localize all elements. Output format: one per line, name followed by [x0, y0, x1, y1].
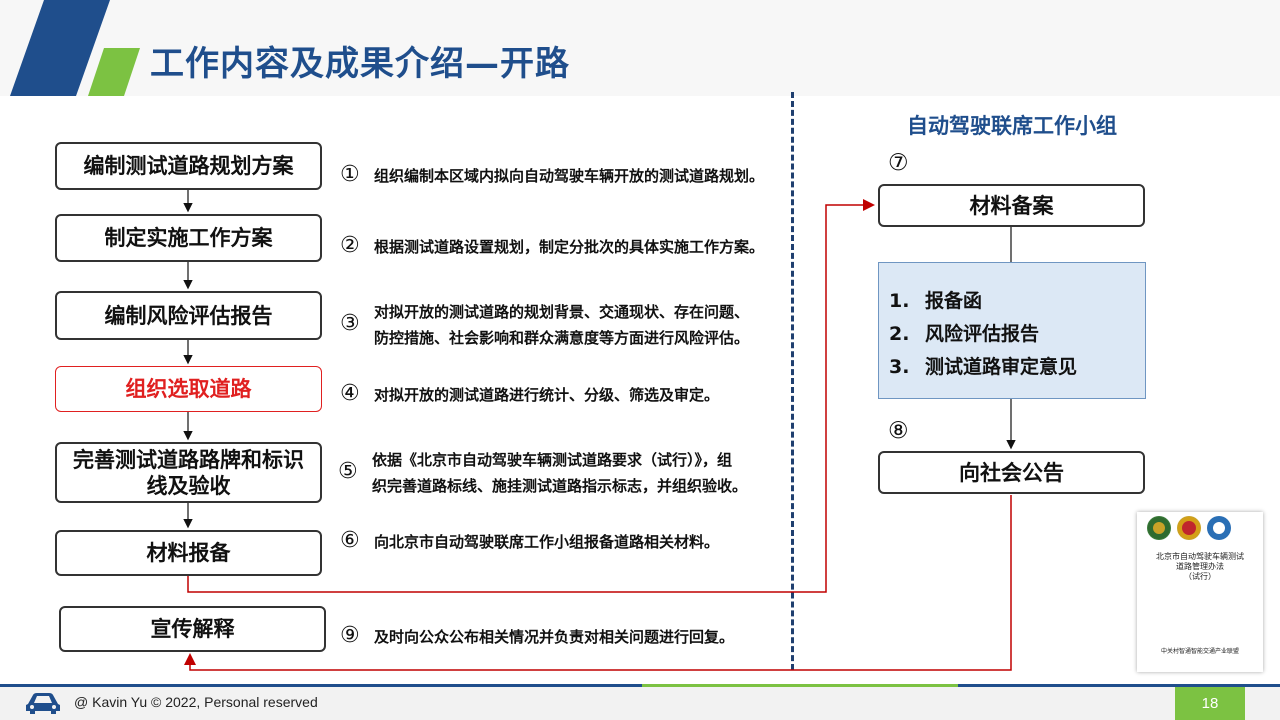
- step-number: ②: [340, 233, 360, 258]
- flow-box-material-report: 材料报备: [55, 530, 322, 576]
- step-text: 对拟开放的测试道路进行统计、分级、筛选及审定。: [374, 386, 720, 404]
- step-text: 向北京市自动驾驶联席工作小组报备道路相关材料。: [374, 533, 720, 551]
- step-text: 及时向公众公布相关情况并负责对相关问题进行回复。: [374, 628, 735, 646]
- step-1: ① 组织编制本区域内拟向自动驾驶车辆开放的测试道路规划。: [340, 162, 765, 189]
- flow-box-announce: 向社会公告: [878, 451, 1145, 494]
- step-7-label: ⑦: [888, 150, 909, 176]
- step-5: ⑤ 依据《北京市自动驾驶车辆测试道路要求（试行）》，组 织完善道路标线、施挂测试…: [338, 447, 747, 499]
- transport-logo-icon: [1207, 516, 1231, 540]
- flow-box-road-planning: 编制测试道路规划方案: [55, 142, 322, 190]
- filing-materials-list: 1. 报备函 2. 风险评估报告 3. 测试道路审定意见: [878, 262, 1146, 399]
- step-3: ③ 对拟开放的测试道路的规划背景、交通现状、存在问题、 防控措施、社会影响和群众…: [340, 299, 749, 351]
- doc-title: 北京市自动驾驶车辆测试 道路管理办法 （试行）: [1156, 552, 1244, 581]
- page-number: 18: [1175, 687, 1245, 720]
- group-title: 自动驾驶联席工作小组: [907, 114, 1117, 138]
- car-icon: [26, 693, 60, 714]
- flow-box-select-roads: 组织选取道路: [55, 366, 322, 412]
- step-text: 根据测试道路设置规划，制定分批次的具体实施工作方案。: [374, 238, 765, 256]
- step-number: ④: [340, 381, 360, 406]
- step-4: ④ 对拟开放的测试道路进行统计、分级、筛选及审定。: [340, 381, 720, 408]
- flow-box-implementation-plan: 制定实施工作方案: [55, 214, 322, 262]
- step-2: ② 根据测试道路设置规划，制定分批次的具体实施工作方案。: [340, 233, 765, 260]
- step-6: ⑥ 向北京市自动驾驶联席工作小组报备道路相关材料。: [340, 528, 720, 555]
- flow-box-filing: 材料备案: [878, 184, 1145, 227]
- step-number: ⑨: [340, 623, 360, 648]
- flow-box-signage-acceptance: 完善测试道路路牌和标识 线及验收: [55, 442, 322, 503]
- footer-copyright: @ Kavin Yu © 2022, Personal reserved: [74, 694, 318, 710]
- step-number: ⑤: [338, 459, 358, 484]
- step-text: 组织编制本区域内拟向自动驾驶车辆开放的测试道路规划。: [374, 167, 765, 185]
- step-8-label: ⑧: [888, 418, 909, 444]
- step-number: ①: [340, 162, 360, 187]
- step-number: ③: [340, 311, 360, 336]
- list-item: 3. 测试道路审定意见: [889, 356, 1078, 378]
- regulation-document-thumbnail: 北京市自动驾驶车辆测试 道路管理办法 （试行） 中关村智通智能交通产业联盟: [1137, 512, 1263, 672]
- step-text: 对拟开放的测试道路的规划背景、交通现状、存在问题、 防控措施、社会影响和群众满意…: [374, 303, 750, 347]
- step-number: ⑥: [340, 528, 360, 553]
- flow-box-risk-assessment: 编制风险评估报告: [55, 291, 322, 340]
- police-badge-icon: [1177, 516, 1201, 540]
- emblem-icon: [1147, 516, 1171, 540]
- step-text: 依据《北京市自动驾驶车辆测试道路要求（试行）》，组 织完善道路标线、施挂测试道路…: [372, 451, 748, 495]
- flow-box-publicity: 宣传解释: [59, 606, 326, 652]
- list-item: 2. 风险评估报告: [889, 323, 1040, 345]
- list-item: 1. 报备函: [889, 290, 983, 312]
- step-9: ⑨ 及时向公众公布相关情况并负责对相关问题进行回复。: [340, 623, 735, 650]
- doc-footer: 中关村智通智能交通产业联盟: [1160, 648, 1239, 655]
- doc-logos: [1147, 516, 1231, 540]
